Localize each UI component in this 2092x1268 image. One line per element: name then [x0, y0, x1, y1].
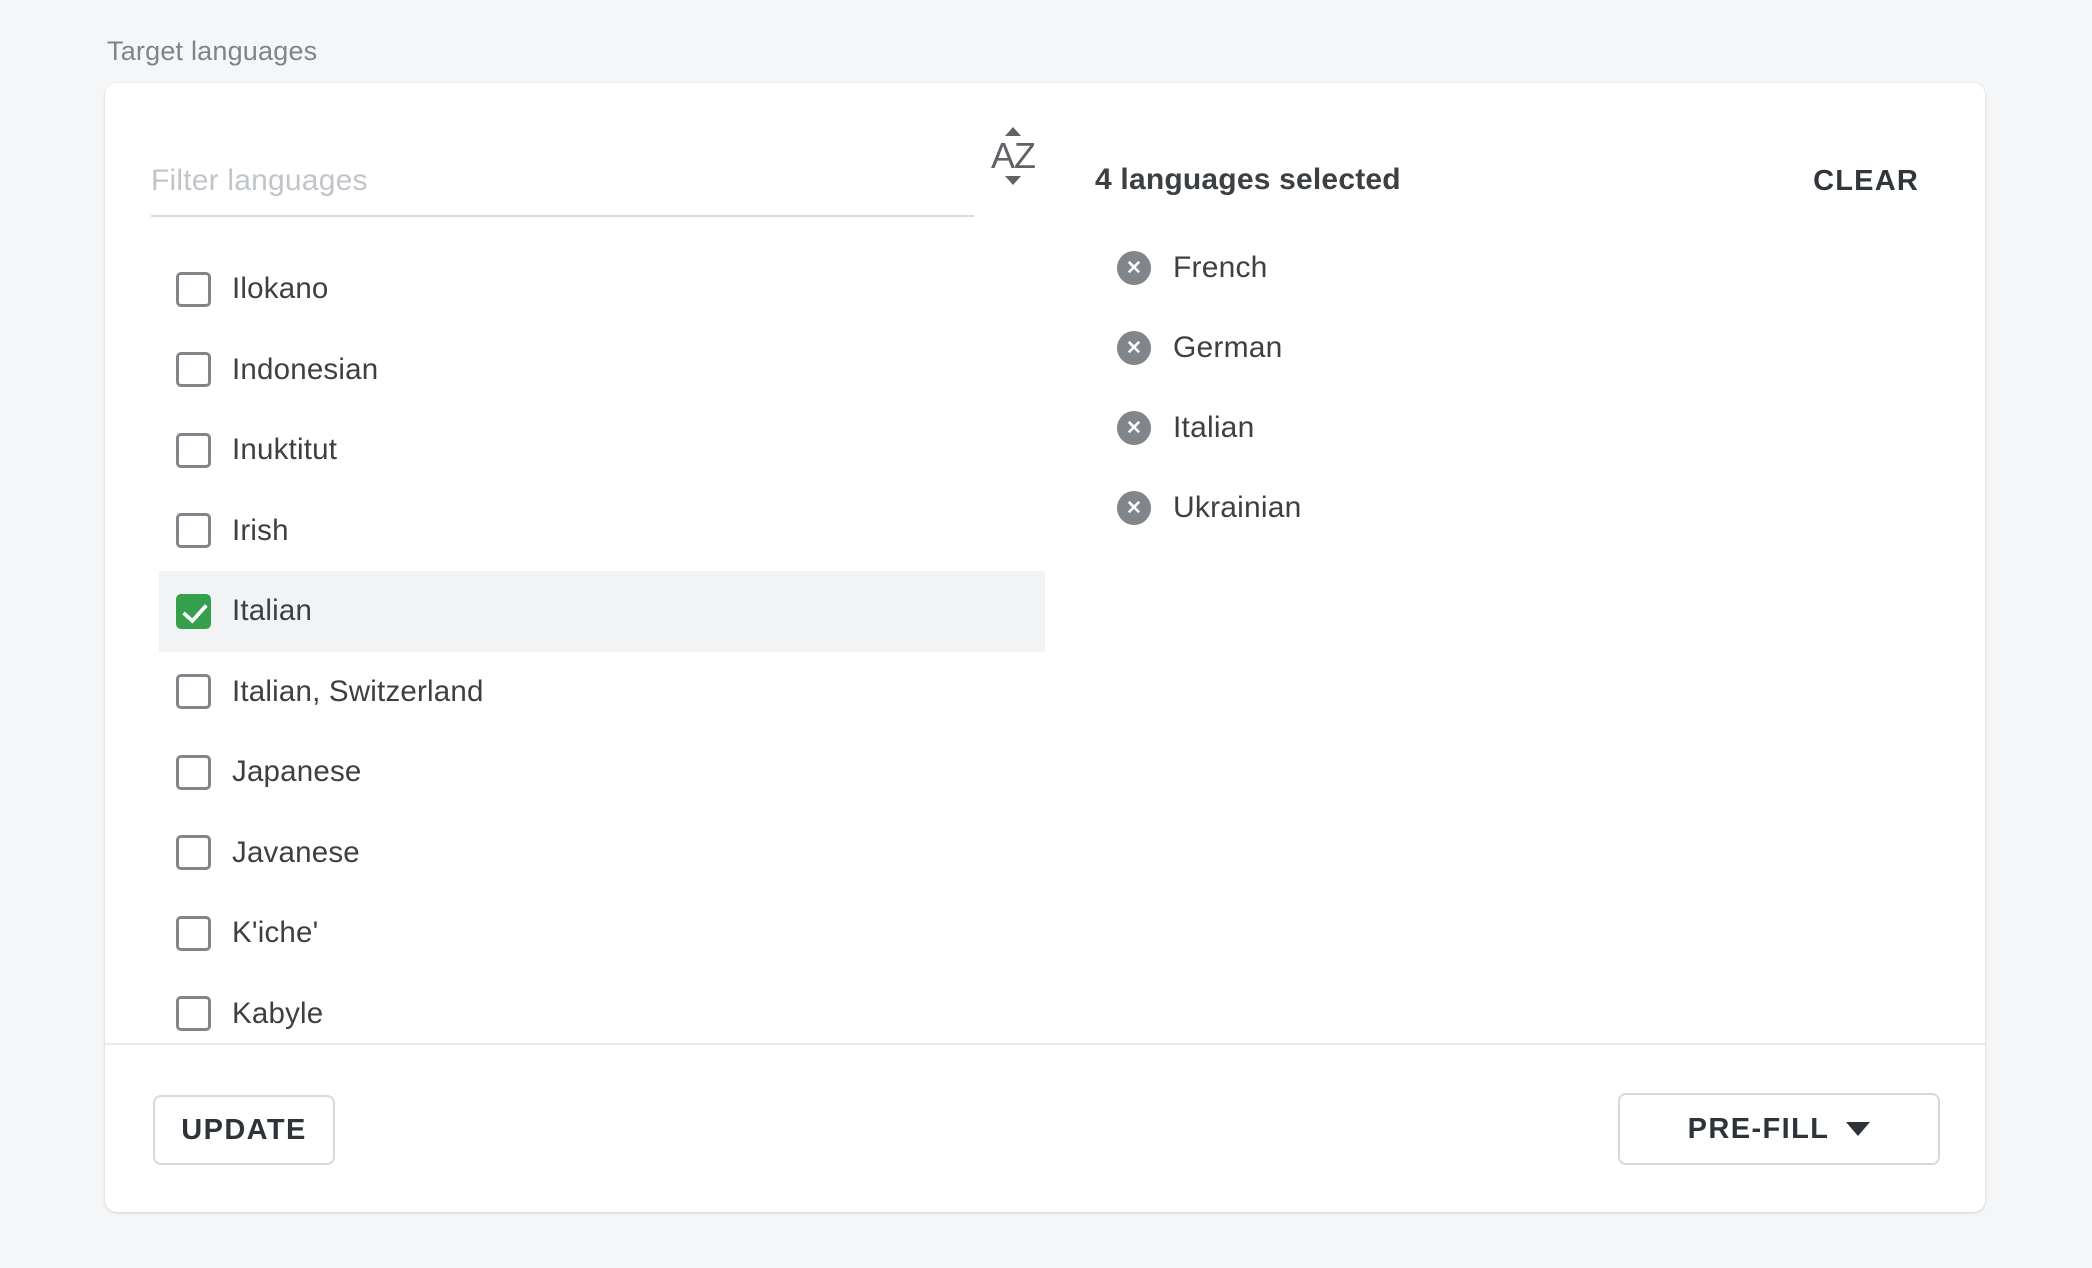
- checkbox[interactable]: [176, 916, 211, 951]
- selected-language-row: ✕ French: [1117, 228, 1302, 308]
- remove-language-icon[interactable]: ✕: [1117, 331, 1151, 365]
- selected-language-label: French: [1173, 251, 1268, 285]
- language-row[interactable]: Italian: [159, 571, 1045, 652]
- prefill-button-label: PRE-FILL: [1688, 1113, 1830, 1146]
- language-row[interactable]: Italian, Switzerland: [159, 652, 1045, 733]
- page: Target languages Filter languages AZ Ilo…: [0, 0, 2092, 1268]
- x-glyph: ✕: [1126, 419, 1142, 438]
- language-label: Italian: [232, 594, 312, 628]
- language-row[interactable]: Kabyle: [159, 974, 1045, 1055]
- checkbox[interactable]: [176, 513, 211, 548]
- selected-language-row: ✕ Ukrainian: [1117, 468, 1302, 548]
- selected-language-label: Ukrainian: [1173, 491, 1302, 525]
- remove-language-icon[interactable]: ✕: [1117, 251, 1151, 285]
- language-label: Inuktitut: [232, 433, 337, 467]
- checkbox[interactable]: [176, 996, 211, 1031]
- checkbox[interactable]: [176, 433, 211, 468]
- language-label: Indonesian: [232, 353, 378, 387]
- language-label: Japanese: [232, 755, 362, 789]
- language-label: K'iche': [232, 916, 318, 950]
- x-glyph: ✕: [1126, 339, 1142, 358]
- selected-language-row: ✕ Italian: [1117, 388, 1302, 468]
- sort-az-letters: AZ: [991, 139, 1035, 173]
- filter-languages-input[interactable]: Filter languages: [151, 147, 974, 217]
- x-glyph: ✕: [1126, 499, 1142, 518]
- update-button[interactable]: UPDATE: [153, 1095, 335, 1165]
- sort-arrow-down-icon: [1005, 176, 1021, 185]
- language-list: Ilokano Indonesian Inuktitut Irish: [159, 249, 1045, 1054]
- update-button-label: UPDATE: [181, 1114, 306, 1147]
- selected-language-label: German: [1173, 331, 1283, 365]
- selected-count-label: 4 languages selected: [1095, 163, 1401, 197]
- selected-language-label: Italian: [1173, 411, 1254, 445]
- language-label: Irish: [232, 514, 289, 548]
- caret-down-icon: [1846, 1122, 1870, 1136]
- language-row[interactable]: Irish: [159, 491, 1045, 572]
- checkbox[interactable]: [176, 674, 211, 709]
- section-label: Target languages: [107, 36, 317, 66]
- language-label: Javanese: [232, 836, 360, 870]
- checkbox[interactable]: [176, 755, 211, 790]
- selected-language-row: ✕ German: [1117, 308, 1302, 388]
- selected-language-list: ✕ French ✕ German ✕ Italian: [1117, 228, 1302, 548]
- language-label: Ilokano: [232, 272, 329, 306]
- language-row[interactable]: Indonesian: [159, 330, 1045, 411]
- remove-language-icon[interactable]: ✕: [1117, 411, 1151, 445]
- filter-placeholder: Filter languages: [151, 164, 368, 198]
- language-row[interactable]: Javanese: [159, 813, 1045, 894]
- language-row[interactable]: Japanese: [159, 732, 1045, 813]
- language-row[interactable]: Inuktitut: [159, 410, 1045, 491]
- checkbox[interactable]: [176, 352, 211, 387]
- checkbox[interactable]: [176, 835, 211, 870]
- language-label: Italian, Switzerland: [232, 675, 484, 709]
- checkbox[interactable]: [176, 594, 211, 629]
- prefill-button[interactable]: PRE-FILL: [1618, 1093, 1940, 1165]
- language-row[interactable]: K'iche': [159, 893, 1045, 974]
- remove-language-icon[interactable]: ✕: [1117, 491, 1151, 525]
- sort-alphabetical-icon[interactable]: AZ: [977, 127, 1049, 185]
- footer-divider: [105, 1043, 1985, 1045]
- language-row[interactable]: Ilokano: [159, 249, 1045, 330]
- checkbox[interactable]: [176, 272, 211, 307]
- language-label: Kabyle: [232, 997, 323, 1031]
- x-glyph: ✕: [1126, 259, 1142, 278]
- clear-button[interactable]: CLEAR: [1813, 165, 1919, 198]
- language-picker-card: Filter languages AZ Ilokano Indonesian: [105, 83, 1985, 1212]
